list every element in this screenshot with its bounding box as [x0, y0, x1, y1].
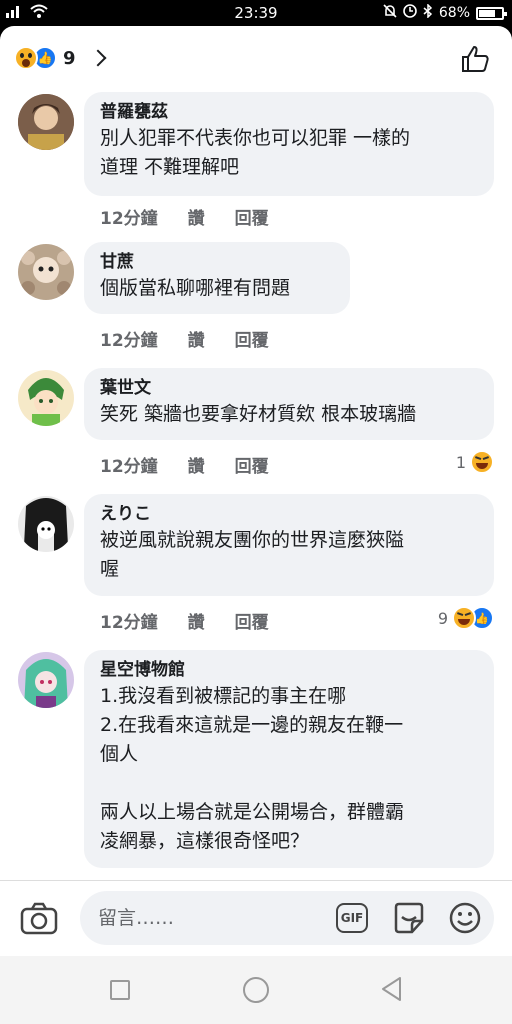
comment-bubble: えりこ 被逆風就說親友團你的世界這麼狹隘 喔: [84, 494, 494, 596]
sticker-button[interactable]: [392, 901, 426, 939]
recent-apps-button[interactable]: [110, 980, 130, 1000]
comment-actions: 12分鐘 讚 回覆: [100, 204, 269, 229]
status-bar: 23:39 68%: [0, 0, 512, 26]
bluetooth-icon: [423, 3, 433, 22]
comment-list[interactable]: 普羅甕茲 別人犯罪不代表你也可以犯罪 一樣的 道理 不難理解吧 12分鐘 讚 回…: [0, 90, 512, 880]
gif-button[interactable]: GIF: [336, 903, 368, 933]
comment-bubble: 普羅甕茲 別人犯罪不代表你也可以犯罪 一樣的 道理 不難理解吧: [84, 92, 494, 196]
battery-icon: [476, 6, 507, 20]
system-nav-bar: [0, 956, 512, 1024]
wow-reaction-icon: [14, 46, 38, 70]
avatar[interactable]: [18, 244, 74, 300]
comment-time: 12分鐘: [100, 457, 158, 477]
reply-button[interactable]: 回覆: [235, 204, 269, 229]
comment-author[interactable]: 甘蔗: [100, 250, 332, 274]
like-comment-button[interactable]: 讚: [188, 452, 205, 477]
comment-text: 被逆風就說親友團你的世界這麼狹隘 喔: [100, 529, 405, 580]
comment-text: 笑死 築牆也要拿好材質欸 根本玻璃牆: [100, 403, 417, 425]
haha-reaction-icon: [452, 606, 476, 630]
reactions-header: 👍 9: [0, 26, 512, 90]
comment-bubble: 葉世文 笑死 築牆也要拿好材質欸 根本玻璃牆: [84, 368, 494, 440]
comment-actions: 12分鐘 讚 回覆: [100, 326, 269, 351]
reply-button[interactable]: 回覆: [235, 452, 269, 477]
comment-author[interactable]: 普羅甕茲: [100, 100, 476, 124]
comment-text: 1.我沒看到被標記的事主在哪 2.在我看來這就是一邊的親友在鞭一 個人 兩人以上…: [100, 685, 405, 852]
comment-actions: 12分鐘 讚 回覆: [100, 608, 269, 633]
reaction-count: 9: [437, 608, 448, 628]
reply-button[interactable]: 回覆: [235, 608, 269, 633]
camera-button[interactable]: [20, 901, 58, 939]
mute-bell-icon: [383, 4, 397, 22]
reaction-count: 1: [455, 452, 466, 472]
like-post-button[interactable]: [460, 44, 490, 78]
comment-actions: 12分鐘 讚 回覆: [100, 452, 269, 477]
chevron-right-icon[interactable]: [89, 49, 107, 67]
comment-time: 12分鐘: [100, 613, 158, 633]
avatar[interactable]: [18, 652, 74, 708]
reactions-summary[interactable]: 👍 9: [14, 46, 107, 70]
haha-reaction-icon: [470, 450, 494, 474]
status-right: 68%: [383, 3, 507, 22]
comment-composer: GIF: [0, 880, 512, 956]
comment-input[interactable]: [98, 905, 328, 931]
like-comment-button[interactable]: 讚: [188, 204, 205, 229]
comment-author[interactable]: えりこ: [100, 502, 476, 526]
alarm-icon: [403, 4, 417, 22]
home-button[interactable]: [243, 977, 269, 1003]
comment-reactions[interactable]: 1: [456, 450, 494, 474]
like-comment-button[interactable]: 讚: [188, 608, 205, 633]
avatar[interactable]: [18, 370, 74, 426]
battery-percent: 68%: [438, 5, 470, 21]
reaction-count: 9: [63, 47, 76, 69]
comment-bubble: 星空博物館 1.我沒看到被標記的事主在哪 2.在我看來這就是一邊的親友在鞭一 個…: [84, 650, 494, 868]
comment-reactions[interactable]: 9 👍: [438, 606, 494, 630]
like-comment-button[interactable]: 讚: [188, 326, 205, 351]
comment-author[interactable]: 葉世文: [100, 376, 476, 400]
comment-time: 12分鐘: [100, 209, 158, 229]
comment-author[interactable]: 星空博物館: [100, 658, 476, 682]
avatar[interactable]: [18, 496, 74, 552]
comment-text: 個版當私聊哪裡有問題: [100, 277, 291, 299]
comment-text: 別人犯罪不代表你也可以犯罪 一樣的 道理 不難理解吧: [100, 127, 411, 178]
avatar[interactable]: [18, 94, 74, 150]
reply-button[interactable]: 回覆: [235, 326, 269, 351]
emoji-button[interactable]: [448, 901, 482, 939]
back-button[interactable]: [380, 976, 404, 1006]
comment-bubble: 甘蔗 個版當私聊哪裡有問題: [84, 242, 350, 314]
comment-input-box[interactable]: GIF: [80, 891, 494, 945]
comments-sheet: 👍 9 普羅甕茲 別人犯罪不代表你也可以犯罪 一樣的 道理 不難理解吧 12分鐘…: [0, 26, 512, 956]
comment-time: 12分鐘: [100, 331, 158, 351]
